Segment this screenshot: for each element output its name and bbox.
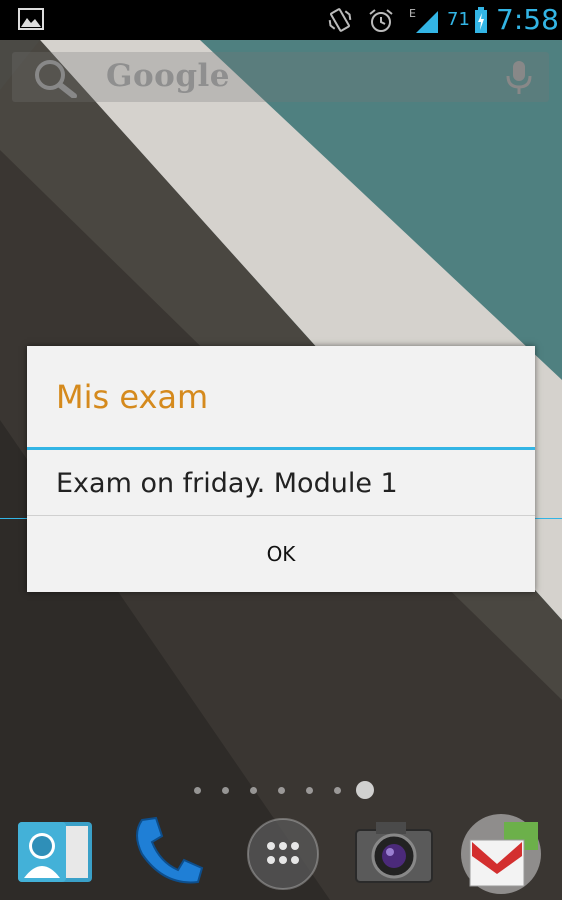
gmail-icon [461,814,541,894]
page-dot [222,787,229,794]
camera-icon [355,822,433,883]
all-apps-icon [247,818,319,890]
page-dot [250,787,257,794]
battery-percent: 71 [447,9,470,30]
dialog-title-divider [27,447,535,450]
google-logo: Google [106,58,231,94]
phone-icon [136,816,204,884]
vibrate-icon [328,8,352,32]
search-icon[interactable] [30,58,82,98]
contacts-icon [18,822,92,882]
contacts-app[interactable] [12,808,98,894]
google-search-bar[interactable]: Google [12,52,549,102]
page-dot [306,787,313,794]
page-indicator [190,781,390,801]
battery-icon [475,7,487,33]
alert-dialog: Mis exam Exam on friday. Module 1 OK [27,346,535,592]
camera-app[interactable] [350,808,436,894]
dialog-message: Exam on friday. Module 1 [56,468,398,499]
page-dot-active [356,781,374,799]
page-dot [194,787,201,794]
status-clock: 7:58 [496,3,559,36]
page-dot [278,787,285,794]
page-dot [334,787,341,794]
dialog-title: Mis exam [56,378,209,416]
network-type-label: E [409,7,416,20]
alarm-icon [369,9,393,32]
status-bar: E 71 7:58 [0,0,562,40]
gallery-notification-icon[interactable] [18,8,44,30]
workspace-edge-line [535,518,562,519]
ok-button[interactable]: OK [27,516,535,592]
gmail-app[interactable] [458,808,544,894]
all-apps-button[interactable] [240,808,326,894]
signal-icon: E [409,7,438,33]
workspace-edge-line [0,518,27,519]
phone-app[interactable] [124,808,210,894]
mic-icon[interactable] [504,59,534,97]
